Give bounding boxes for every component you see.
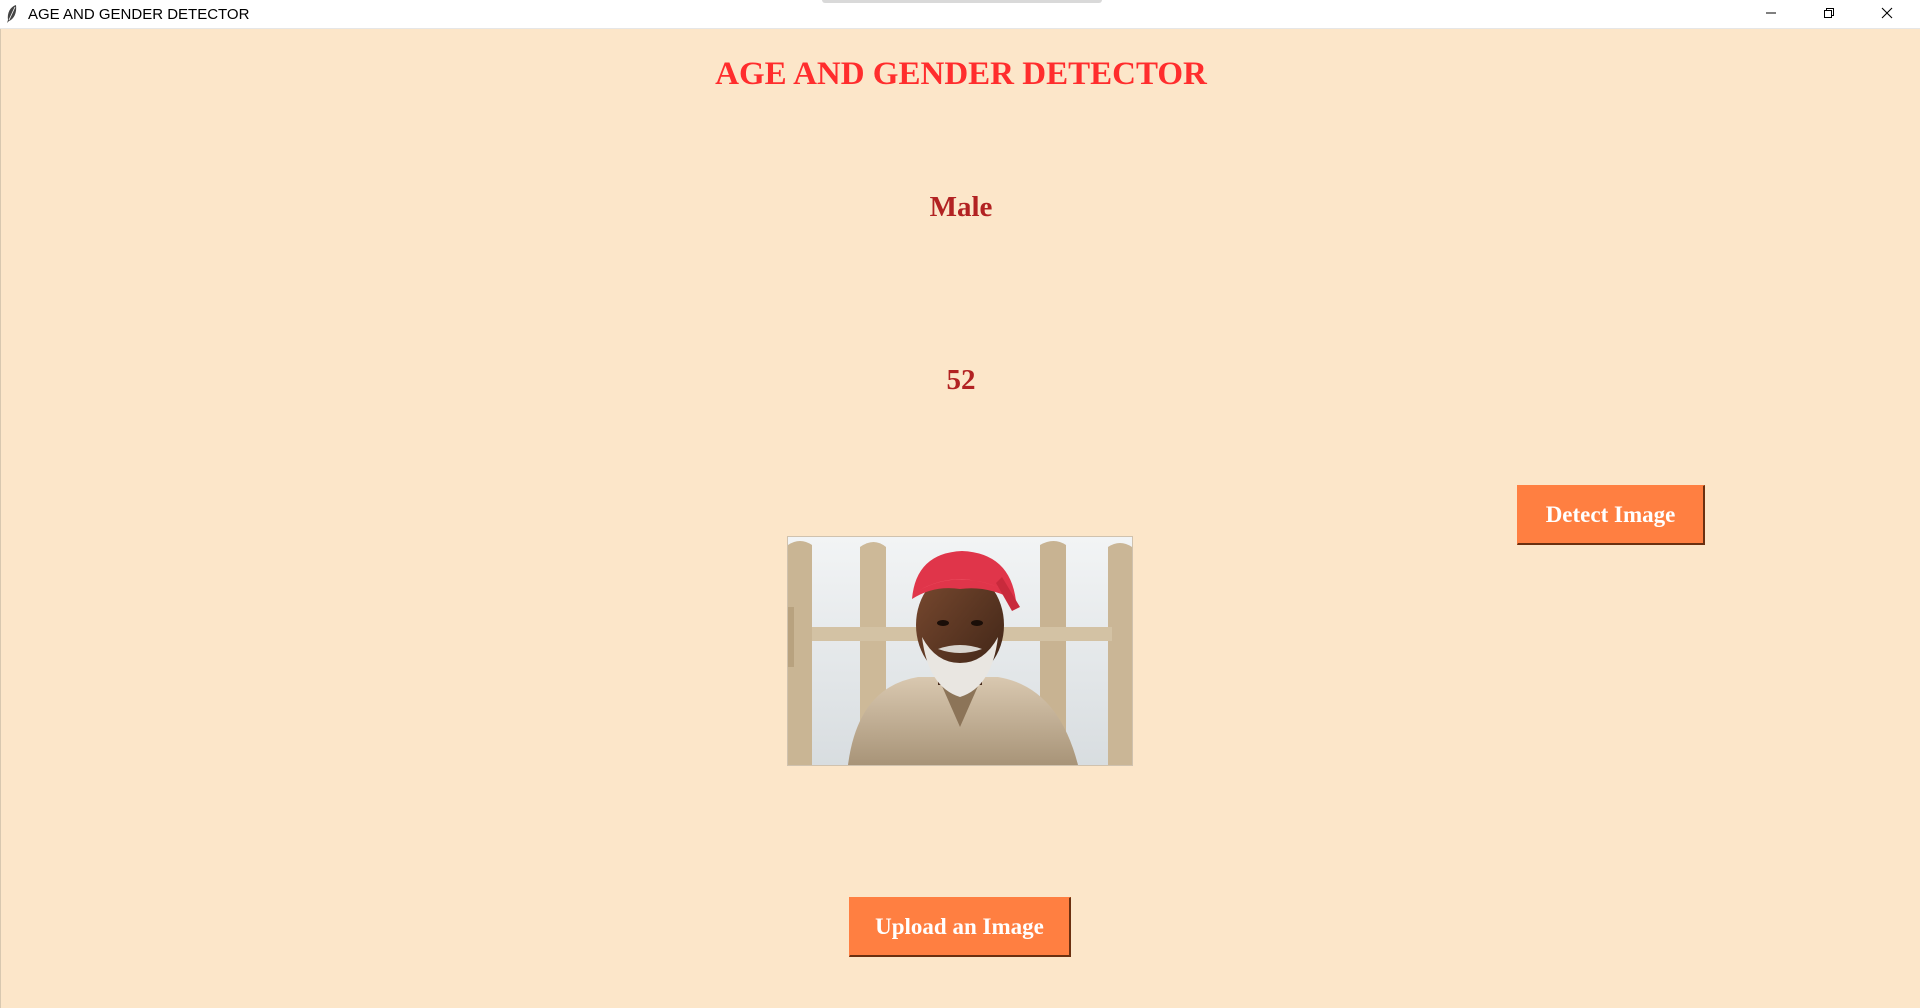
- uploaded-photo: [787, 536, 1133, 766]
- window-title: AGE AND GENDER DETECTOR: [28, 6, 250, 23]
- minimize-icon: [1765, 6, 1777, 24]
- detect-image-button[interactable]: Detect Image: [1517, 485, 1705, 545]
- gender-result-label: Male: [929, 191, 993, 223]
- main-window: AGE AND GENDER DETECTOR Male 52 Detect I…: [0, 29, 1920, 1008]
- window-titlebar: AGE AND GENDER DETECTOR: [0, 0, 1920, 29]
- close-button[interactable]: [1858, 0, 1916, 29]
- age-result-label: 52: [946, 364, 976, 396]
- restore-icon: [1823, 6, 1835, 24]
- upload-image-button[interactable]: Upload an Image: [849, 897, 1071, 957]
- restore-button[interactable]: [1800, 0, 1858, 29]
- page-title: AGE AND GENDER DETECTOR: [715, 56, 1207, 92]
- feather-icon: [4, 4, 20, 24]
- close-icon: [1881, 6, 1893, 24]
- titlebar-shadow: [822, 0, 1102, 3]
- portrait-photo: [788, 537, 1132, 765]
- minimize-button[interactable]: [1742, 0, 1800, 29]
